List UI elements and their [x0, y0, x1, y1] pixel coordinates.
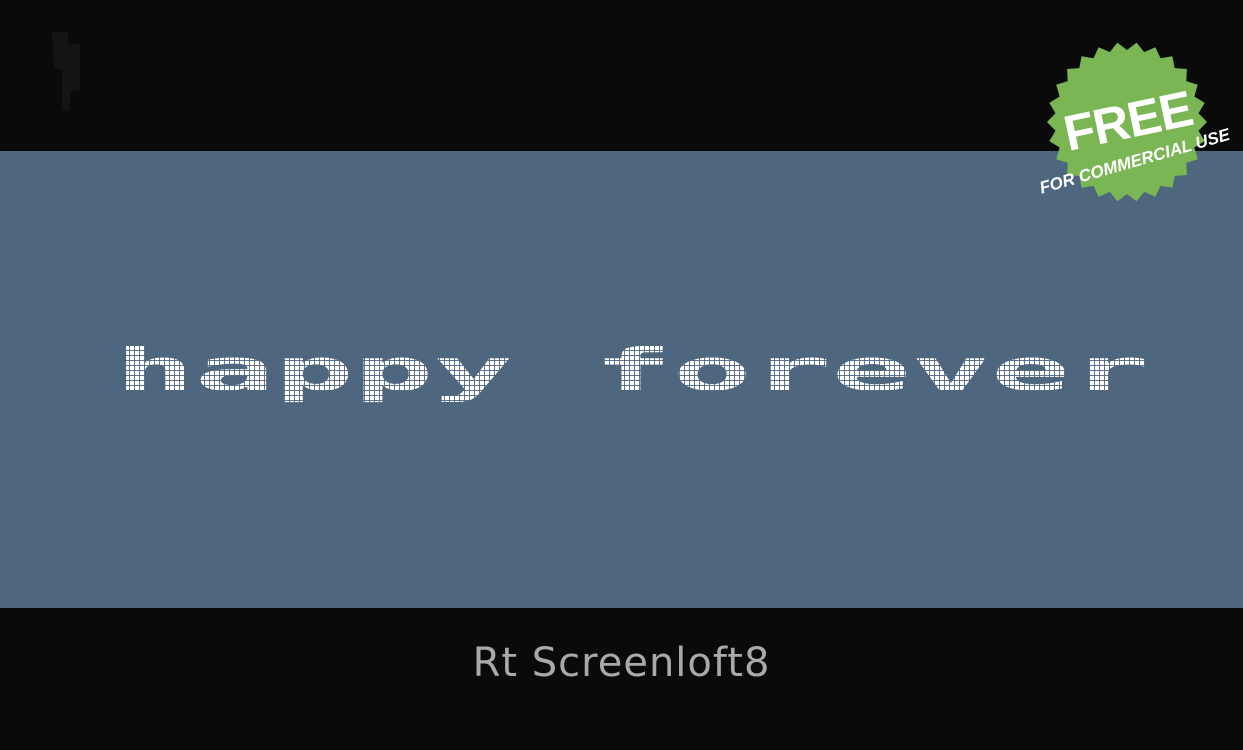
font-name[interactable]: Rt Screenloft8 — [0, 640, 1243, 686]
sample-preview: happy forever — [0, 335, 1243, 435]
sample-text: happy forever — [115, 336, 1151, 404]
site-logo-icon — [52, 32, 80, 110]
